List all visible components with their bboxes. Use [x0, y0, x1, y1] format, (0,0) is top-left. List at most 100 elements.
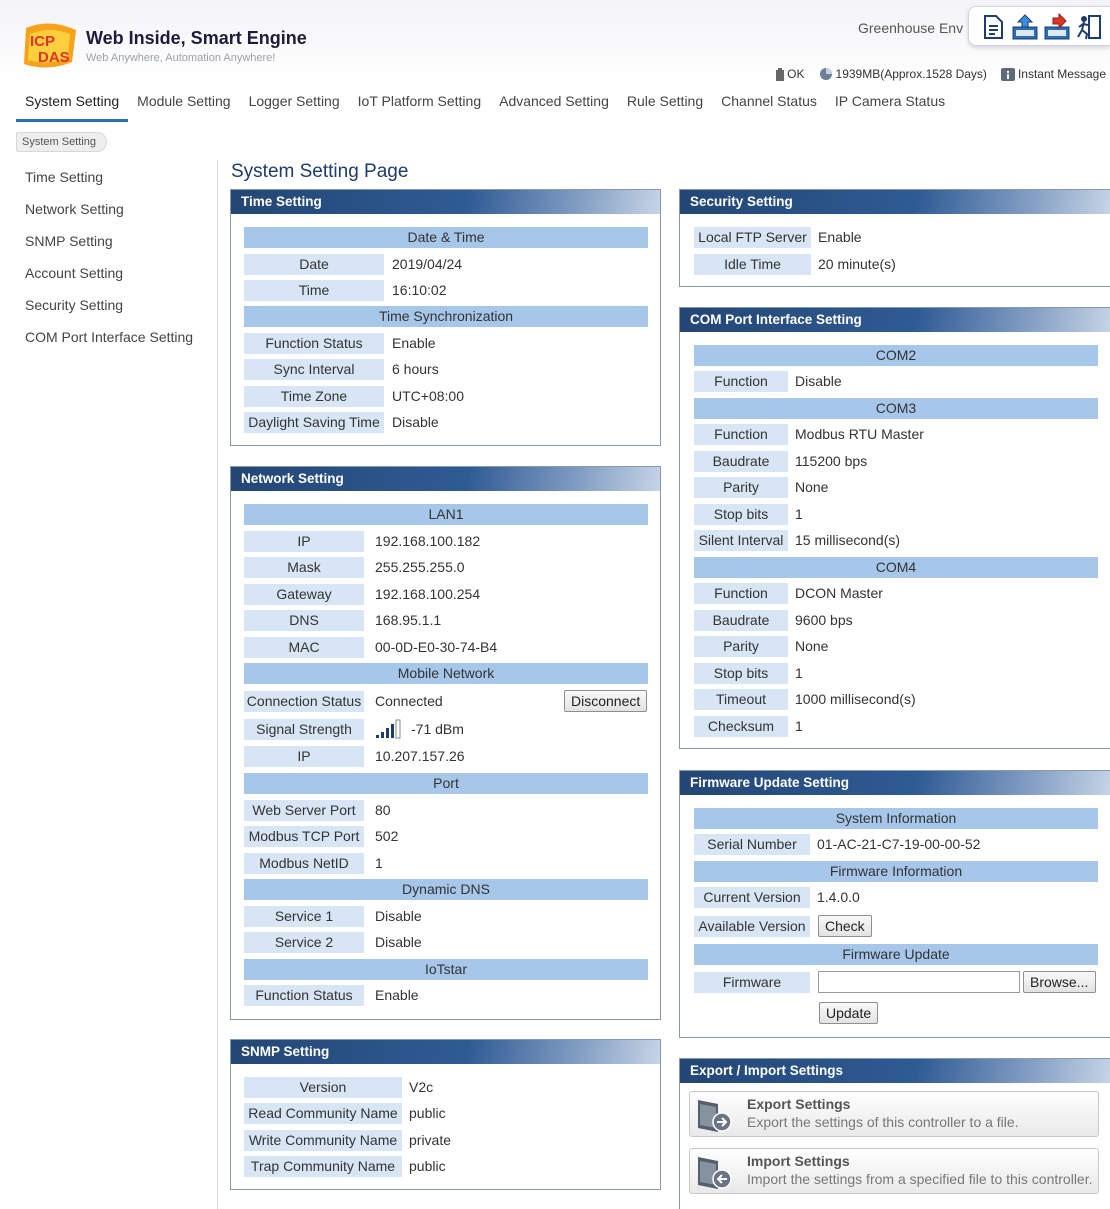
side-item-security-setting[interactable]: Security Setting [25, 297, 123, 313]
function-status-label: Function Status [244, 333, 384, 354]
panel-title: SNMP Setting [231, 1040, 660, 1064]
panel-title: Firmware Update Setting [680, 771, 1110, 795]
ip-label: IP [244, 531, 364, 552]
service2-label: Service 2 [244, 932, 364, 953]
ftp-server-label: Local FTP Server [694, 227, 811, 248]
function-status-value: Enable [392, 335, 436, 351]
dst-label: Daylight Saving Time [244, 412, 384, 433]
gateway-value: 192.168.100.254 [375, 586, 481, 602]
com3-stopbits-label: Stop bits [694, 504, 788, 525]
import-description: Import the settings from a specified fil… [747, 1171, 1093, 1187]
mobile-ip-value: 10.207.157.26 [375, 748, 465, 764]
tab-advanced-setting[interactable]: Advanced Setting [490, 88, 618, 122]
battery-status: OK [776, 67, 805, 81]
panel-title: Network Setting [231, 467, 660, 491]
tab-iot-platform-setting[interactable]: IoT Platform Setting [349, 88, 490, 122]
mask-label: Mask [244, 557, 364, 578]
section-port: Port [244, 773, 648, 794]
import-title: Import Settings [747, 1153, 850, 1169]
breadcrumb[interactable]: System Setting [16, 132, 107, 152]
current-version-value: 1.4.0.0 [817, 889, 860, 905]
idle-time-value: 20 minute(s) [818, 256, 896, 272]
side-item-network-setting[interactable]: Network Setting [25, 201, 124, 217]
svg-text:DAS: DAS [38, 49, 70, 66]
time-value: 16:10:02 [392, 282, 447, 298]
service2-value: Disable [375, 934, 422, 950]
export-settings-button[interactable]: Export Settings Export the settings of t… [689, 1091, 1099, 1137]
trap-community-value: public [409, 1158, 446, 1174]
dst-value: Disable [392, 414, 439, 430]
tab-rule-setting[interactable]: Rule Setting [618, 88, 712, 122]
document-icon[interactable] [979, 13, 1007, 41]
battery-text: OK [787, 67, 805, 81]
iotstar-status-value: Enable [375, 987, 419, 1003]
brand-title: Web Inside, Smart Engine [86, 28, 307, 48]
disconnect-button[interactable]: Disconnect [564, 690, 648, 712]
com3-baudrate-value: 115200 bps [795, 453, 868, 469]
tab-ip-camera-status[interactable]: IP Camera Status [826, 88, 954, 122]
dns-label: DNS [244, 610, 364, 631]
network-setting-panel: Network Setting LAN1 IP 192.168.100.182 M… [230, 466, 661, 1020]
dns-value: 168.95.1.1 [375, 612, 442, 628]
upload-icon[interactable] [1011, 13, 1039, 41]
section-firmware-info: Firmware Information [694, 861, 1098, 882]
tab-channel-status[interactable]: Channel Status [712, 88, 826, 122]
tab-system-setting[interactable]: System Setting [16, 88, 129, 122]
section-lan1: LAN1 [244, 504, 648, 525]
logout-icon[interactable] [1075, 13, 1103, 41]
tab-module-setting[interactable]: Module Setting [128, 88, 239, 122]
snmp-setting-panel: SNMP Setting Version V2c Read Community N… [230, 1039, 661, 1190]
trap-community-label: Trap Community Name [244, 1156, 402, 1177]
info-icon [1000, 67, 1015, 81]
download-icon[interactable] [1043, 13, 1071, 41]
side-item-snmp-setting[interactable]: SNMP Setting [25, 233, 113, 249]
side-item-account-setting[interactable]: Account Setting [25, 265, 123, 281]
idle-time-label: Idle Time [694, 254, 811, 275]
update-button[interactable]: Update [819, 1002, 879, 1024]
com3-silent-interval-value: 15 millisecond(s) [795, 532, 901, 548]
panel-title: Export / Import Settings [680, 1059, 1110, 1083]
com3-function-value: Modbus RTU Master [795, 426, 924, 442]
section-com2: COM2 [694, 345, 1098, 366]
sync-interval-label: Sync Interval [244, 359, 384, 380]
tab-logger-setting[interactable]: Logger Setting [240, 88, 349, 122]
toolbar [968, 6, 1110, 46]
instant-message-link[interactable]: Instant Message [1000, 67, 1106, 81]
section-dynamic-dns: Dynamic DNS [244, 879, 648, 900]
battery-icon [776, 67, 785, 81]
time-setting-panel: Time Setting Date & Time Date 2019/04/24 … [230, 189, 661, 446]
com3-silent-interval-label: Silent Interval [694, 530, 788, 551]
check-button[interactable]: Check [818, 915, 872, 937]
panel-title: Time Setting [231, 190, 660, 214]
ip-value: 192.168.100.182 [375, 533, 481, 549]
com2-function-label: Function [694, 371, 788, 392]
firmware-file-input[interactable] [818, 971, 1020, 993]
com-port-setting-panel: COM Port Interface Setting COM2 Function… [679, 307, 1110, 749]
side-item-time-setting[interactable]: Time Setting [25, 169, 103, 185]
firmware-update-panel: Firmware Update Setting System Informati… [679, 770, 1110, 1038]
com4-baudrate-value: 9600 bps [795, 612, 853, 628]
panel-title: COM Port Interface Setting [680, 308, 1110, 332]
iotstar-status-label: Function Status [244, 985, 364, 1006]
section-firmware-update: Firmware Update [694, 944, 1098, 965]
export-description: Export the settings of this controller t… [747, 1114, 1019, 1130]
instant-message-text: Instant Message [1017, 67, 1106, 81]
storage-pie-icon [819, 68, 832, 80]
com4-checksum-value: 1 [795, 718, 803, 734]
firmware-label: Firmware [694, 972, 810, 993]
available-version-label: Available Version [694, 916, 810, 937]
browse-button[interactable]: Browse... [1023, 971, 1096, 993]
import-settings-button[interactable]: Import Settings Import the settings from… [689, 1148, 1099, 1194]
com4-function-label: Function [694, 583, 788, 604]
modbus-netid-label: Modbus NetID [244, 853, 364, 874]
com3-function-label: Function [694, 424, 788, 445]
service1-label: Service 1 [244, 906, 364, 927]
mobile-ip-label: IP [244, 746, 364, 767]
company-logo: ICP DAS [24, 23, 76, 68]
status-bar: OK 1939MB(Approx.1528 Days) Instant Mess… [762, 67, 1106, 81]
write-community-value: private [409, 1132, 452, 1148]
brand-subtitle: Web Anywhere, Automation Anywhere! [86, 52, 276, 64]
time-label: Time [244, 280, 384, 301]
side-item-com-port-setting[interactable]: COM Port Interface Setting [25, 329, 193, 345]
current-version-label: Current Version [694, 887, 810, 908]
